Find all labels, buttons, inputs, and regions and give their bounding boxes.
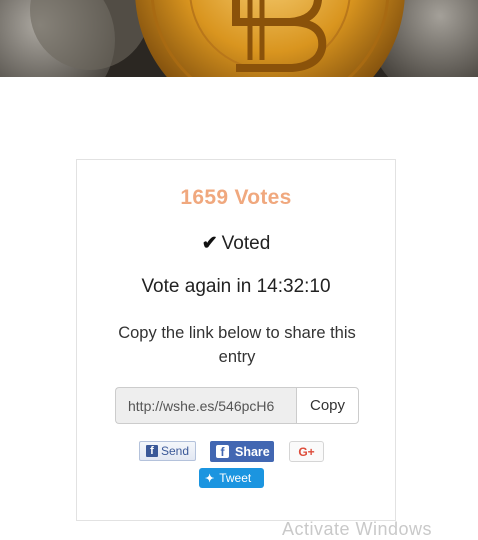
facebook-icon: f (146, 445, 158, 457)
vote-again-countdown: Vote again in 14:32:10 (141, 276, 331, 297)
hero-bitcoin-image (0, 0, 478, 77)
send-label: Send (161, 444, 190, 458)
facebook-icon: f (216, 445, 229, 459)
activate-windows-watermark: Activate Windows (282, 519, 433, 539)
vote-count: 1659 Votes (180, 186, 292, 209)
twitter-bird-icon: ✦ (205, 472, 215, 485)
vote-card: 1659 Votes ✔ Voted Vote again in 14:32:10… (76, 159, 396, 521)
share-link-input[interactable] (115, 387, 296, 424)
voted-label: Voted (221, 233, 271, 254)
bitcoin-illustration (0, 0, 478, 77)
share-instruction: Copy the link below to share this entry (118, 324, 356, 366)
check-icon: ✔ (201, 233, 218, 254)
share-link-group: Copy (115, 387, 359, 424)
share-label: Share (235, 444, 270, 459)
tweet-label: Tweet (219, 471, 252, 485)
facebook-share-button[interactable]: f Share (210, 441, 274, 462)
facebook-send-button[interactable]: f Send (139, 441, 196, 461)
tweet-button[interactable]: ✦ Tweet (199, 468, 264, 488)
copy-button[interactable]: Copy (296, 387, 359, 424)
google-plus-button[interactable]: G+ (289, 441, 324, 462)
voted-status: ✔ Voted (77, 232, 395, 255)
